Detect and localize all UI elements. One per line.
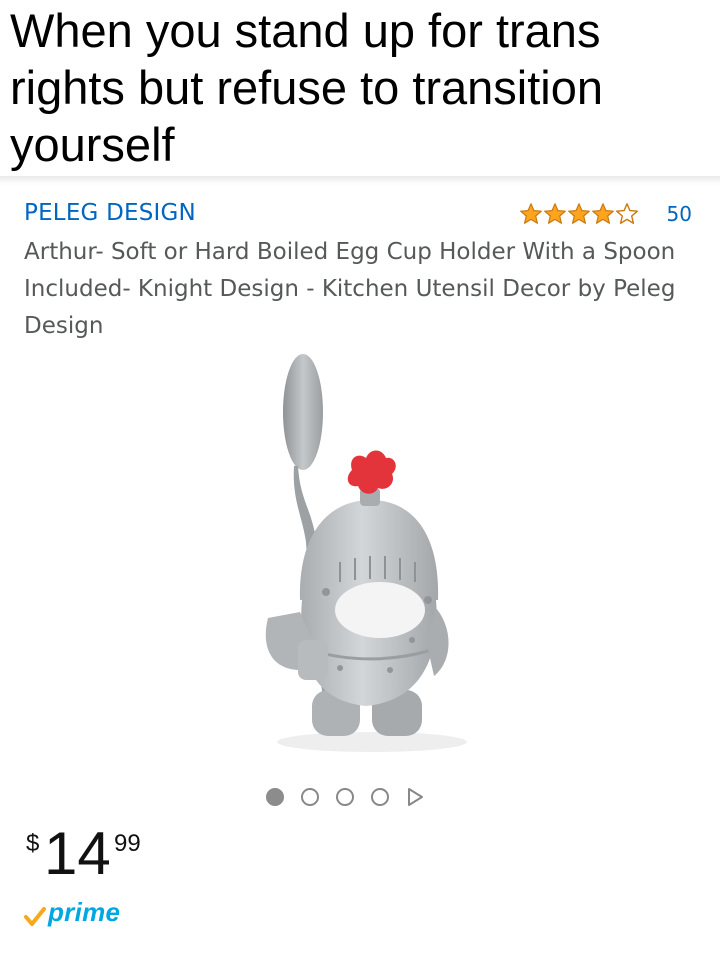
star-filled-icon	[519, 203, 542, 224]
image-carousel-dots	[266, 786, 424, 808]
product-title[interactable]: Arthur- Soft or Hard Boiled Egg Cup Hold…	[24, 234, 694, 345]
carousel-dot-4[interactable]	[371, 788, 389, 806]
rating-count: 50	[666, 202, 692, 226]
prime-badge: prime	[24, 893, 120, 927]
prime-check-icon	[24, 907, 46, 926]
carousel-dot-2[interactable]	[301, 788, 319, 806]
prime-label: prime	[48, 897, 121, 927]
meme-caption: When you stand up for trans rights but r…	[10, 4, 604, 171]
carousel-dot-3[interactable]	[336, 788, 354, 806]
price-fraction: 99	[114, 830, 141, 857]
carousel-dot-1[interactable]	[266, 788, 284, 806]
star-rating	[519, 202, 639, 226]
price-whole: 14	[44, 820, 111, 887]
star-filled-icon	[591, 203, 614, 224]
rating[interactable]: 50	[519, 200, 692, 228]
knight-egg-cup-image[interactable]	[240, 350, 480, 760]
price-currency: $	[26, 830, 40, 857]
star-filled-icon	[567, 203, 590, 224]
divider	[0, 176, 720, 186]
star-filled-icon	[543, 203, 566, 224]
star-empty-icon	[615, 203, 638, 224]
knight-egg-cup-illustration	[265, 354, 467, 752]
play-next-icon[interactable]	[406, 787, 424, 807]
brand-link[interactable]: PELEG DESIGN	[24, 200, 196, 226]
